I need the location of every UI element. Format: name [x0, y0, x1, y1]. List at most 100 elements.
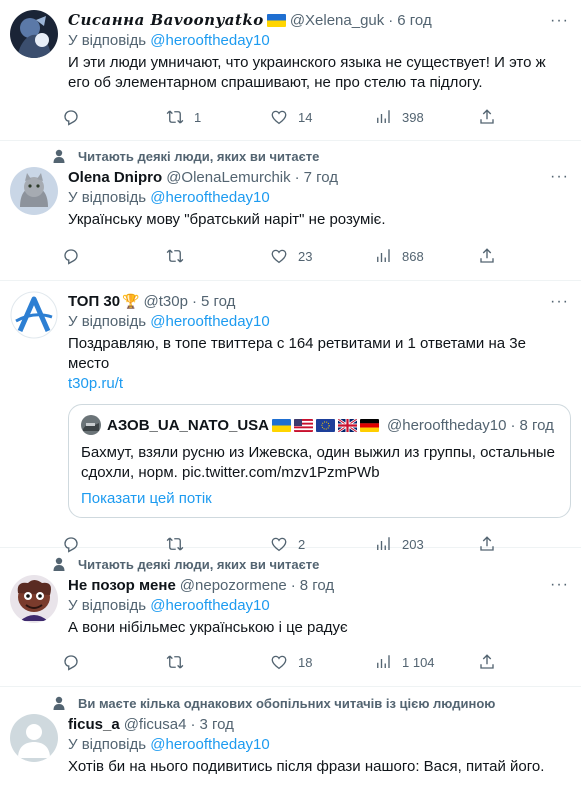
replies-feed: ··· Сисанна Bavoonyatko @Xelena_guk · 6 … [0, 0, 581, 792]
tweet-text: Поздравляю, в топе твиттера с 164 ретвит… [68, 334, 571, 394]
social-context: Читають деякі люди, яких ви читаєте [10, 146, 571, 166]
views-button[interactable]: 868 [374, 247, 478, 265]
handle[interactable]: @nepozormene [180, 577, 287, 594]
avatar[interactable] [10, 10, 58, 58]
share-button[interactable] [478, 247, 508, 265]
reply-button[interactable] [62, 247, 166, 265]
reply-mention[interactable]: @herooftheday10 [150, 736, 269, 753]
more-icon[interactable]: ··· [550, 293, 569, 311]
like-count: 14 [298, 109, 313, 125]
views-count: 1 104 [402, 654, 435, 670]
avatar[interactable] [10, 167, 58, 215]
heart-icon [271, 110, 287, 125]
retweet-button[interactable] [166, 247, 270, 265]
timestamp[interactable]: 5 год [201, 293, 235, 310]
tweet-link[interactable]: t30p.ru/t [68, 374, 571, 394]
retweet-button[interactable] [166, 653, 270, 671]
heart-icon [271, 249, 287, 264]
like-button[interactable]: 14 [270, 108, 374, 126]
reply-context: У відповідь @herooftheday10 [68, 188, 571, 208]
reply-mention[interactable]: @herooftheday10 [150, 597, 269, 614]
views-count: 398 [402, 109, 424, 125]
views-button[interactable]: 398 [374, 108, 478, 126]
reply-mention[interactable]: @herooftheday10 [150, 32, 269, 49]
display-name[interactable]: ТОП 30 [68, 293, 120, 310]
quoted-display-name[interactable]: АЗОВ_UA_NATO_USA [107, 417, 269, 434]
handle[interactable]: @Xelena_guk [290, 12, 384, 29]
show-thread-link[interactable]: Показати цей потік [81, 489, 558, 509]
person-icon [50, 696, 68, 710]
handle[interactable]: @t30p [144, 293, 188, 310]
quoted-handle[interactable]: @herooftheday10 [387, 417, 506, 434]
avatar[interactable] [10, 575, 58, 623]
tweet-text: Хотів би на нього подивитись після фрази… [68, 758, 545, 775]
timestamp[interactable]: 6 год [397, 12, 431, 29]
social-context: Ви маєте кілька однакових обопільних чит… [10, 693, 571, 713]
timestamp[interactable]: 3 год [199, 716, 233, 733]
retweet-icon [166, 655, 184, 669]
usa-flag-icon [294, 418, 314, 432]
reply-mention[interactable]: @herooftheday10 [150, 189, 269, 206]
quoted-tweet[interactable]: АЗОВ_UA_NATO_USA @herooftheday10 · 8 год… [68, 404, 571, 518]
display-name[interactable]: Не позор мене [68, 577, 176, 594]
quoted-tweet-text: Бахмут, взяли русню из Ижевска, один выж… [81, 444, 555, 481]
reply-icon [64, 655, 78, 671]
separator: · [190, 715, 196, 733]
retweet-button[interactable]: 1 [166, 108, 270, 126]
separator: · [191, 292, 197, 310]
reply-prefix: У відповідь [68, 597, 147, 614]
ukraine-flag-icon [266, 13, 286, 27]
reply-context: У відповідь @herooftheday10 [68, 312, 571, 332]
avatar[interactable] [10, 714, 58, 762]
more-icon[interactable]: ··· [550, 168, 569, 186]
reply-mention[interactable]: @herooftheday10 [150, 313, 269, 330]
reply-button[interactable] [62, 653, 166, 671]
tweet[interactable]: Ви маєте кілька однакових обопільних чит… [0, 687, 581, 792]
tweet-text-body: Поздравляю, в топе твиттера с 164 ретвит… [68, 335, 526, 372]
person-icon [50, 149, 68, 163]
views-icon [377, 110, 390, 123]
share-button[interactable] [478, 653, 508, 671]
tweet[interactable]: ··· ТОП 30 🏆 @t30p · 5 год У відповідь @… [0, 281, 581, 553]
display-name[interactable]: Olena Dnipro [68, 169, 162, 186]
separator: · [388, 11, 394, 29]
display-name[interactable]: Сисанна Bavoonyatko [68, 11, 264, 29]
reply-context: У відповідь @herooftheday10 [68, 735, 571, 755]
more-icon[interactable]: ··· [550, 576, 569, 594]
reply-prefix: У відповідь [68, 32, 147, 49]
share-button[interactable] [478, 108, 508, 126]
handle[interactable]: @ficusa4 [124, 716, 187, 733]
display-name[interactable]: ficus_a [68, 716, 120, 733]
reply-context: У відповідь @herooftheday10 [68, 596, 571, 616]
social-context-text: Читають деякі люди, яких ви читаєте [78, 556, 320, 572]
avatar[interactable] [10, 291, 58, 339]
like-button[interactable]: 23 [270, 247, 374, 265]
uk-flag-icon [338, 418, 358, 432]
tweet[interactable]: ··· Сисанна Bavoonyatko @Xelena_guk · 6 … [0, 0, 581, 141]
reply-context: У відповідь @herooftheday10 [68, 31, 571, 51]
retweet-icon [166, 249, 184, 263]
more-icon[interactable]: ··· [550, 12, 569, 30]
views-button[interactable]: 1 104 [374, 653, 478, 671]
eu-flag-icon [316, 418, 336, 432]
tweet[interactable]: Читають деякі люди, яких ви читаєте ··· … [0, 141, 581, 281]
timestamp[interactable]: 7 год [304, 169, 338, 186]
quoted-timestamp[interactable]: 8 год [520, 417, 554, 434]
timestamp[interactable]: 8 год [300, 577, 334, 594]
like-button[interactable]: 18 [270, 653, 374, 671]
person-icon [50, 557, 68, 571]
reply-button[interactable] [62, 108, 166, 126]
separator: · [290, 576, 296, 594]
like-count: 23 [298, 248, 313, 264]
share-icon [480, 109, 494, 124]
handle[interactable]: @OlenaLemurchik [166, 169, 290, 186]
germany-flag-icon [360, 418, 380, 432]
tweet-text: А вони нібільмес українською і це радує [68, 619, 348, 636]
quoted-avatar[interactable] [81, 415, 101, 435]
separator: · [510, 416, 516, 434]
tweet[interactable]: Читають деякі люди, яких ви читаєте ··· … [0, 548, 581, 687]
reply-prefix: У відповідь [68, 313, 147, 330]
ukraine-flag-icon [272, 418, 292, 432]
reply-prefix: У відповідь [68, 189, 147, 206]
views-icon [377, 655, 390, 668]
